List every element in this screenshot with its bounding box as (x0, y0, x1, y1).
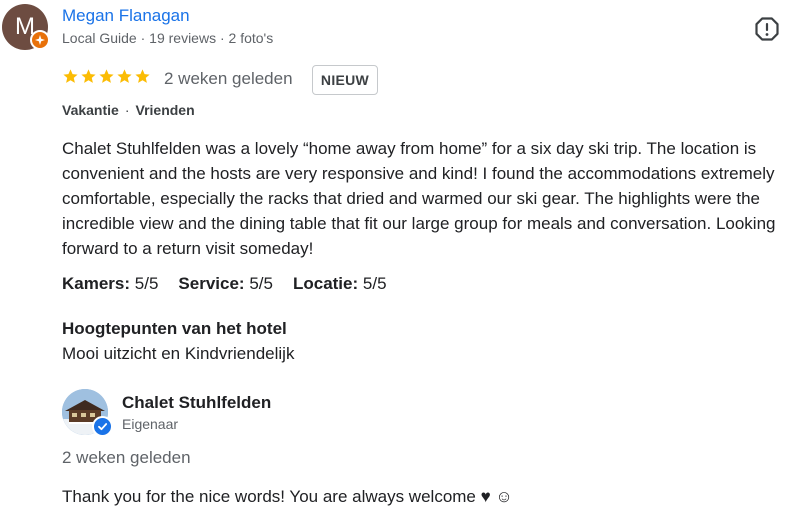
rating-rooms: Kamers: 5/5 (62, 274, 158, 294)
star-icon (117, 69, 132, 83)
rating-label: Locatie: (292, 274, 359, 293)
highlights-title: Hoogtepunten van het hotel (62, 319, 287, 338)
rating-label: Kamers: (62, 274, 131, 293)
rating-service: Service: 5/5 (178, 274, 273, 294)
star-icon (81, 69, 96, 83)
star-icon (99, 69, 114, 83)
rating-label: Service: (178, 274, 245, 293)
reply-time: 2 weken geleden (62, 448, 191, 467)
trip-tags: Vakantie · Vrienden (62, 102, 195, 118)
review-time: 2 weken geleden (164, 69, 293, 88)
rating-value: 5/5 (362, 274, 387, 293)
trip-tag: Vrienden (135, 102, 195, 118)
reviewer-name[interactable]: Megan Flanagan (62, 6, 190, 26)
star-icon (135, 69, 150, 83)
new-badge: NIEUW (312, 65, 378, 95)
sub-ratings: Kamers: 5/5 Service: 5/5 Locatie: 5/5 (62, 274, 387, 294)
owner-role: Eigenaar (122, 416, 179, 432)
local-guide-badge-icon (30, 30, 50, 50)
trip-tag: Vakantie (62, 102, 119, 118)
rating-value: 5/5 (249, 274, 273, 293)
report-button[interactable] (754, 16, 780, 42)
reviewer-meta: Local Guide · 19 reviews · 2 foto's (62, 30, 274, 46)
rating-value: 5/5 (134, 274, 159, 293)
reply-text: Thank you for the nice words! You are al… (62, 487, 513, 506)
rating-location: Locatie: 5/5 (293, 274, 387, 294)
star-rating (62, 68, 151, 85)
star-icon (63, 69, 78, 83)
verified-check-icon (92, 416, 113, 437)
highlights-text: Mooi uitzicht en Kindvriendelijk (62, 344, 295, 363)
separator-dot: · (124, 102, 130, 118)
review-text: Chalet Stuhlfelden was a lovely “home aw… (62, 139, 776, 258)
owner-name[interactable]: Chalet Stuhlfelden (122, 393, 271, 413)
report-flag-icon (755, 17, 779, 41)
